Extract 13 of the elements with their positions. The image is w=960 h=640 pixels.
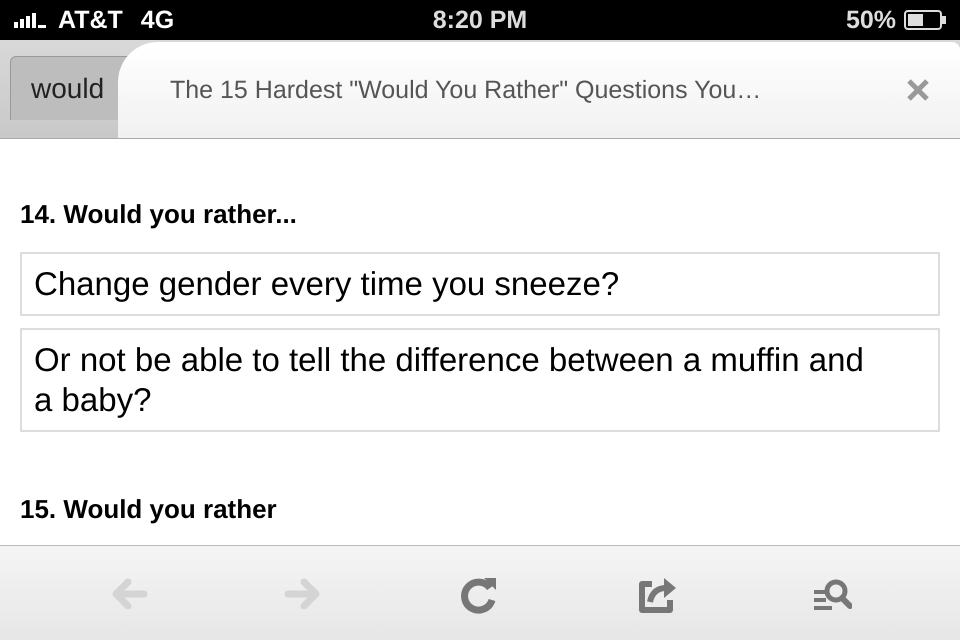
- answer-option[interactable]: Or not be able to tell the difference between a muffin and a baby?: [20, 328, 940, 432]
- network-type: 4G: [140, 6, 174, 34]
- close-icon[interactable]: [906, 78, 930, 102]
- signal-icon: [14, 12, 48, 28]
- question-heading: 15. Would you rather: [20, 494, 278, 525]
- question-heading: 14. Would you rather...: [20, 199, 298, 230]
- battery-icon: [904, 10, 946, 30]
- answer-option[interactable]: Change gender every time you sneeze?: [20, 252, 940, 316]
- browser-tab[interactable]: would: [10, 56, 128, 120]
- browser-tab[interactable]: The 15 Hardest "Would You Rather" Questions You…: [118, 42, 960, 138]
- clock-time: 8:20 PM: [432, 6, 528, 34]
- battery-percentage: 50%: [846, 6, 896, 34]
- carrier-name: AT&T: [58, 6, 123, 34]
